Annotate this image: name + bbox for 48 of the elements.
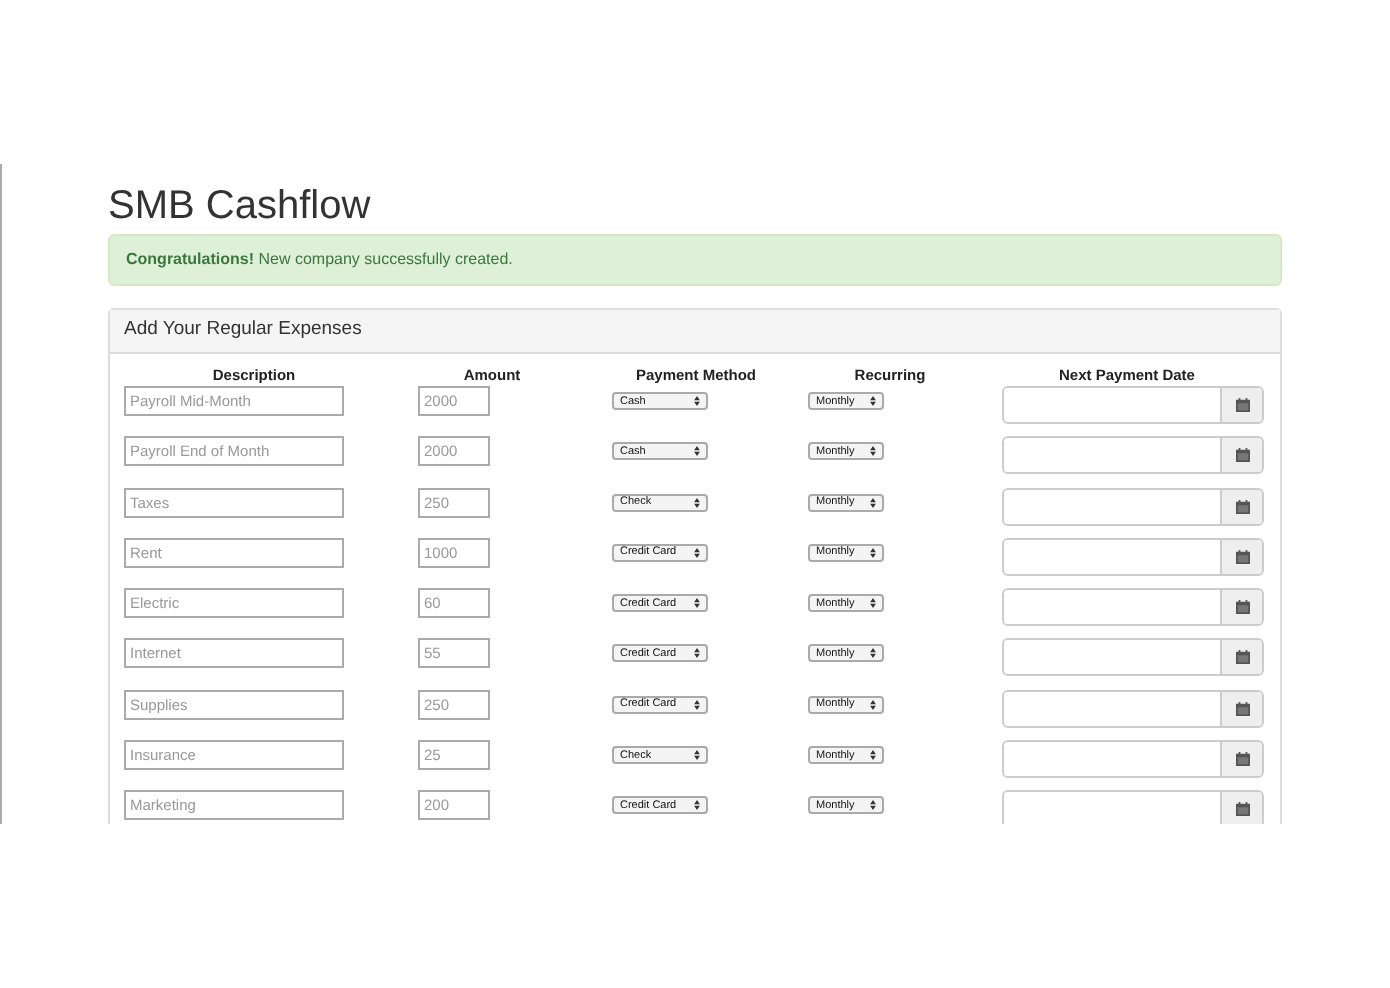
updown-arrows-icon (870, 497, 876, 508)
calendar-button[interactable] (1220, 388, 1262, 422)
date-field[interactable] (1002, 436, 1264, 475)
calendar-icon (1235, 701, 1249, 716)
calendar-icon (1235, 499, 1249, 514)
updown-arrows-icon (870, 396, 876, 406)
updown-arrows-icon (694, 750, 700, 761)
date-field[interactable] (1002, 689, 1264, 728)
updown-arrows-icon (870, 750, 876, 761)
date-field[interactable] (1002, 537, 1264, 576)
updown-arrows-icon (870, 547, 876, 558)
calendar-icon (1235, 752, 1249, 767)
updown-arrows-icon (870, 800, 876, 811)
updown-arrows-icon (694, 648, 700, 659)
updown-arrows-icon (870, 446, 876, 457)
date-field[interactable] (1002, 386, 1264, 424)
success-alert: Congratulations! New company successfully created. (108, 234, 1282, 286)
calendar-icon (1235, 802, 1249, 817)
page-title: SMB Cashflow (108, 182, 373, 230)
updown-arrows-icon (870, 699, 876, 710)
calendar-button[interactable] (1220, 489, 1262, 524)
updown-arrows-icon (694, 598, 700, 609)
calendar-button[interactable] (1220, 742, 1262, 777)
date-field[interactable] (1002, 740, 1264, 779)
calendar-button[interactable] (1220, 691, 1262, 726)
calendar-icon (1235, 600, 1249, 615)
calendar-button[interactable] (1220, 640, 1262, 675)
date-field[interactable] (1002, 487, 1264, 526)
calendar-button[interactable] (1220, 792, 1262, 824)
updown-arrows-icon (694, 547, 700, 558)
updown-arrows-icon (694, 800, 700, 811)
date-field[interactable] (1002, 588, 1264, 627)
calendar-button[interactable] (1220, 438, 1262, 473)
calendar-icon (1235, 448, 1249, 463)
updown-arrows-icon (694, 699, 700, 710)
updown-arrows-icon (870, 598, 876, 609)
date-field[interactable] (1002, 638, 1264, 677)
updown-arrows-icon (694, 396, 700, 406)
updown-arrows-icon (694, 497, 700, 508)
updown-arrows-icon (870, 648, 876, 659)
calendar-icon (1235, 549, 1249, 564)
calendar-icon (1235, 398, 1249, 412)
panel-header: Add Your Regular Expenses (110, 310, 1280, 354)
updown-arrows-icon (694, 446, 700, 457)
date-field[interactable] (1002, 790, 1264, 824)
calendar-button[interactable] (1220, 539, 1262, 574)
calendar-icon (1235, 650, 1249, 665)
calendar-button[interactable] (1220, 590, 1262, 625)
